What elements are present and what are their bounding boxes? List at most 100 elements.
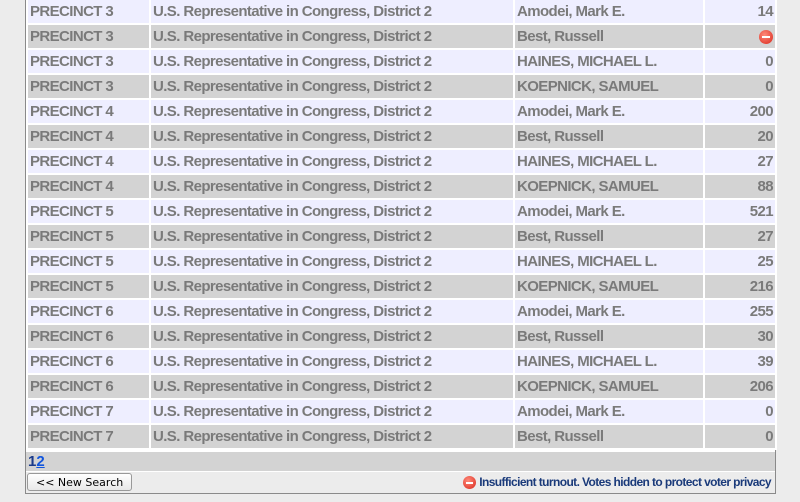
votes-cell: 30: [703, 323, 777, 350]
candidate-cell: Best, Russell: [513, 423, 705, 450]
candidate-cell: Best, Russell: [513, 23, 705, 50]
candidate-cell: Best, Russell: [513, 123, 705, 150]
new-search-button[interactable]: << New Search: [27, 473, 133, 491]
table-row: PRECINCT 5 U.S. Representative in Congres…: [26, 198, 777, 225]
contest-cell: U.S. Representative in Congress, Distric…: [149, 198, 515, 225]
table-row: PRECINCT 7 U.S. Representative in Congres…: [26, 423, 777, 450]
precinct-cell: PRECINCT 5: [26, 248, 151, 275]
contest-cell: U.S. Representative in Congress, Distric…: [149, 98, 515, 125]
no-entry-icon: [759, 30, 773, 45]
table-row: PRECINCT 4 U.S. Representative in Congres…: [26, 148, 777, 175]
results-table: PRECINCT 3 U.S. Representative in Congres…: [26, 0, 777, 450]
candidate-cell: Amodei, Mark E.: [513, 398, 705, 425]
table-row: PRECINCT 5 U.S. Representative in Congres…: [26, 223, 777, 250]
precinct-cell: PRECINCT 6: [26, 298, 151, 325]
contest-cell: U.S. Representative in Congress, Distric…: [149, 123, 515, 150]
precinct-cell: PRECINCT 7: [26, 398, 151, 425]
footer: << New Search Insufficient turnout. Vote…: [26, 471, 775, 493]
candidate-cell: Best, Russell: [513, 223, 705, 250]
precinct-cell: PRECINCT 4: [26, 98, 151, 125]
table-row: PRECINCT 7 U.S. Representative in Congres…: [26, 398, 777, 425]
table-row: PRECINCT 4 U.S. Representative in Congres…: [26, 98, 777, 125]
candidate-cell: HAINES, MICHAEL L.: [513, 248, 705, 275]
votes-cell: 25: [703, 248, 777, 275]
candidate-cell: HAINES, MICHAEL L.: [513, 48, 705, 75]
contest-cell: U.S. Representative in Congress, Distric…: [149, 73, 515, 100]
contest-cell: U.S. Representative in Congress, Distric…: [149, 148, 515, 175]
candidate-cell: Amodei, Mark E.: [513, 0, 705, 25]
table-row: PRECINCT 6 U.S. Representative in Congres…: [26, 323, 777, 350]
table-row: PRECINCT 3 U.S. Representative in Congres…: [26, 48, 777, 75]
no-entry-icon: [463, 476, 477, 490]
candidate-cell: Amodei, Mark E.: [513, 198, 705, 225]
votes-cell: 20: [703, 123, 777, 150]
candidate-cell: Amodei, Mark E.: [513, 98, 705, 125]
precinct-cell: PRECINCT 3: [26, 0, 151, 25]
contest-cell: U.S. Representative in Congress, Distric…: [149, 173, 515, 200]
table-row: PRECINCT 4 U.S. Representative in Congres…: [26, 123, 777, 150]
contest-cell: U.S. Representative in Congress, Distric…: [149, 373, 515, 400]
contest-cell: U.S. Representative in Congress, Distric…: [149, 298, 515, 325]
votes-cell: 88: [703, 173, 777, 200]
table-row: PRECINCT 5 U.S. Representative in Congres…: [26, 248, 777, 275]
privacy-notice: Insufficient turnout. Votes hidden to pr…: [463, 475, 772, 490]
votes-cell: 27: [703, 223, 777, 250]
table-row: PRECINCT 5 U.S. Representative in Congres…: [26, 273, 777, 300]
votes-cell: 216: [703, 273, 777, 300]
votes-cell: 0: [703, 423, 777, 450]
candidate-cell: KOEPNICK, SAMUEL: [513, 173, 705, 200]
table-row: PRECINCT 3 U.S. Representative in Congres…: [26, 23, 777, 50]
precinct-cell: PRECINCT 3: [26, 73, 151, 100]
contest-cell: U.S. Representative in Congress, Distric…: [149, 398, 515, 425]
candidate-cell: KOEPNICK, SAMUEL: [513, 73, 705, 100]
votes-cell: 206: [703, 373, 777, 400]
precinct-cell: PRECINCT 4: [26, 123, 151, 150]
precinct-cell: PRECINCT 6: [26, 373, 151, 400]
candidate-cell: KOEPNICK, SAMUEL: [513, 373, 705, 400]
table-row: PRECINCT 6 U.S. Representative in Congres…: [26, 373, 777, 400]
votes-cell: 200: [703, 98, 777, 125]
table-row: PRECINCT 6 U.S. Representative in Congres…: [26, 298, 777, 325]
candidate-cell: KOEPNICK, SAMUEL: [513, 273, 705, 300]
votes-cell: 39: [703, 348, 777, 375]
votes-cell: 0: [703, 73, 777, 100]
pagination: 12: [26, 450, 775, 471]
candidate-cell: HAINES, MICHAEL L.: [513, 148, 705, 175]
contest-cell: U.S. Representative in Congress, Distric…: [149, 423, 515, 450]
contest-cell: U.S. Representative in Congress, Distric…: [149, 48, 515, 75]
votes-cell: 0: [703, 398, 777, 425]
contest-cell: U.S. Representative in Congress, Distric…: [149, 273, 515, 300]
table-row: PRECINCT 6 U.S. Representative in Congres…: [26, 348, 777, 375]
privacy-notice-text: Insufficient turnout. Votes hidden to pr…: [479, 475, 771, 489]
precinct-cell: PRECINCT 7: [26, 423, 151, 450]
contest-cell: U.S. Representative in Congress, Distric…: [149, 223, 515, 250]
table-row: PRECINCT 3 U.S. Representative in Congres…: [26, 0, 777, 25]
precinct-cell: PRECINCT 5: [26, 198, 151, 225]
votes-cell: 0: [703, 48, 777, 75]
votes-cell: [703, 23, 777, 50]
table-row: PRECINCT 3 U.S. Representative in Congres…: [26, 73, 777, 100]
precinct-cell: PRECINCT 3: [26, 48, 151, 75]
contest-cell: U.S. Representative in Congress, Distric…: [149, 23, 515, 50]
candidate-cell: Amodei, Mark E.: [513, 298, 705, 325]
precinct-cell: PRECINCT 5: [26, 223, 151, 250]
votes-cell: 521: [703, 198, 777, 225]
contest-cell: U.S. Representative in Congress, Distric…: [149, 248, 515, 275]
contest-cell: U.S. Representative in Congress, Distric…: [149, 323, 515, 350]
precinct-cell: PRECINCT 4: [26, 173, 151, 200]
precinct-cell: PRECINCT 5: [26, 273, 151, 300]
votes-cell: 27: [703, 148, 777, 175]
contest-cell: U.S. Representative in Congress, Distric…: [149, 348, 515, 375]
candidate-cell: Best, Russell: [513, 323, 705, 350]
precinct-cell: PRECINCT 4: [26, 148, 151, 175]
votes-cell: 255: [703, 298, 777, 325]
votes-cell: 14: [703, 0, 777, 25]
precinct-cell: PRECINCT 3: [26, 23, 151, 50]
precinct-cell: PRECINCT 6: [26, 348, 151, 375]
page-link-2[interactable]: 2: [36, 453, 44, 470]
candidate-cell: HAINES, MICHAEL L.: [513, 348, 705, 375]
precinct-cell: PRECINCT 6: [26, 323, 151, 350]
table-row: PRECINCT 4 U.S. Representative in Congres…: [26, 173, 777, 200]
results-container: PRECINCT 3 U.S. Representative in Congres…: [25, 0, 777, 494]
contest-cell: U.S. Representative in Congress, Distric…: [149, 0, 515, 25]
